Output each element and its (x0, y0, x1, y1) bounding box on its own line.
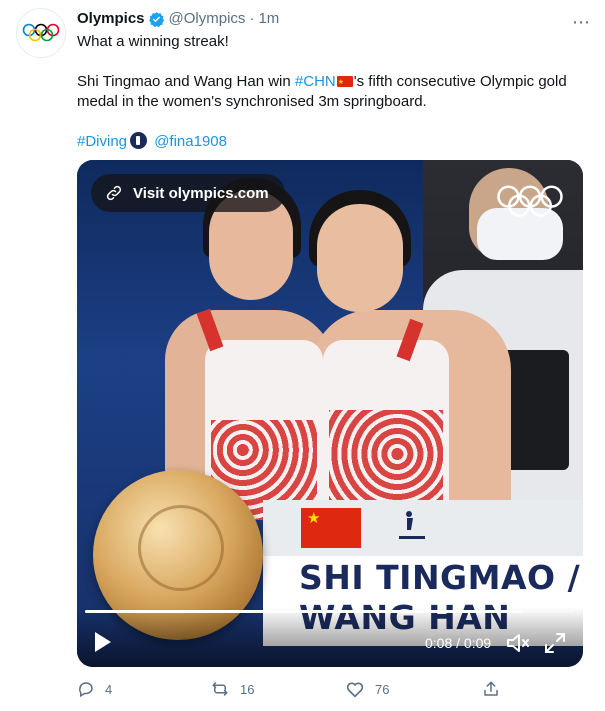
reply-button[interactable]: 4 (77, 680, 112, 698)
mention-fina[interactable]: @fina1908 (154, 133, 227, 150)
retweet-count: 16 (240, 681, 255, 697)
retweet-icon (212, 682, 228, 696)
share-button[interactable] (482, 680, 500, 698)
like-count: 76 (375, 681, 390, 697)
china-flag: ★ (301, 508, 361, 548)
tweet-line-2: Shi Tingmao and Wang Han win #CHN's fift… (77, 72, 587, 112)
volume-muted-icon[interactable] (505, 631, 531, 655)
tweet-timestamp[interactable]: 1m (258, 9, 279, 29)
olympic-rings-icon (497, 185, 563, 217)
china-flag-emoji (336, 73, 353, 93)
visit-site-button[interactable]: Visit olympics.com (91, 174, 285, 212)
avatar[interactable] (16, 8, 66, 58)
more-options-icon[interactable]: ⋯ (572, 12, 591, 33)
video-progress-fill (85, 610, 522, 613)
retweet-button[interactable]: 16 (210, 680, 254, 698)
reply-icon (79, 682, 93, 698)
tweet-line-2-prefix: Shi Tingmao and Wang Han win (77, 73, 295, 90)
olympic-rings-icon (22, 23, 60, 42)
video-player[interactable]: Visit olympics.com ★ SHI TINGMAO / WANG … (77, 160, 583, 667)
separator-dot: · (249, 10, 255, 27)
like-button[interactable]: 76 (345, 680, 389, 698)
tweet-tags: #Diving @fina1908 (77, 132, 587, 152)
play-icon[interactable] (93, 631, 113, 653)
diving-pictogram-icon (399, 511, 425, 539)
athlete-2-face (317, 204, 403, 312)
tweet[interactable]: Olympics @Olympics · 1m ⋯ What a winning… (0, 0, 605, 711)
video-progress-bar[interactable] (85, 610, 575, 613)
tweet-text: What a winning streak! Shi Tingmao and W… (77, 32, 587, 152)
fullscreen-icon[interactable] (543, 631, 567, 655)
tweet-line-1: What a winning streak! (77, 33, 229, 50)
heart-icon (346, 682, 364, 698)
link-icon (106, 185, 122, 201)
reply-count: 4 (105, 681, 113, 697)
visit-site-label: Visit olympics.com (133, 184, 269, 202)
hashtag-chn[interactable]: #CHN (295, 73, 336, 90)
video-time: 0:08 / 0:09 (425, 635, 492, 651)
share-icon (484, 681, 498, 696)
athlete-names-line-1: SHI TINGMAO / (299, 558, 581, 597)
author-name[interactable]: Olympics (77, 9, 145, 29)
author-handle[interactable]: @Olympics (169, 9, 246, 29)
tweet-header: Olympics @Olympics · 1m (77, 9, 589, 29)
diving-hashflag-icon (130, 132, 148, 149)
hashtag-diving[interactable]: #Diving (77, 133, 127, 150)
verified-icon (148, 11, 164, 27)
tweet-actions: 4 16 76 (77, 675, 587, 705)
